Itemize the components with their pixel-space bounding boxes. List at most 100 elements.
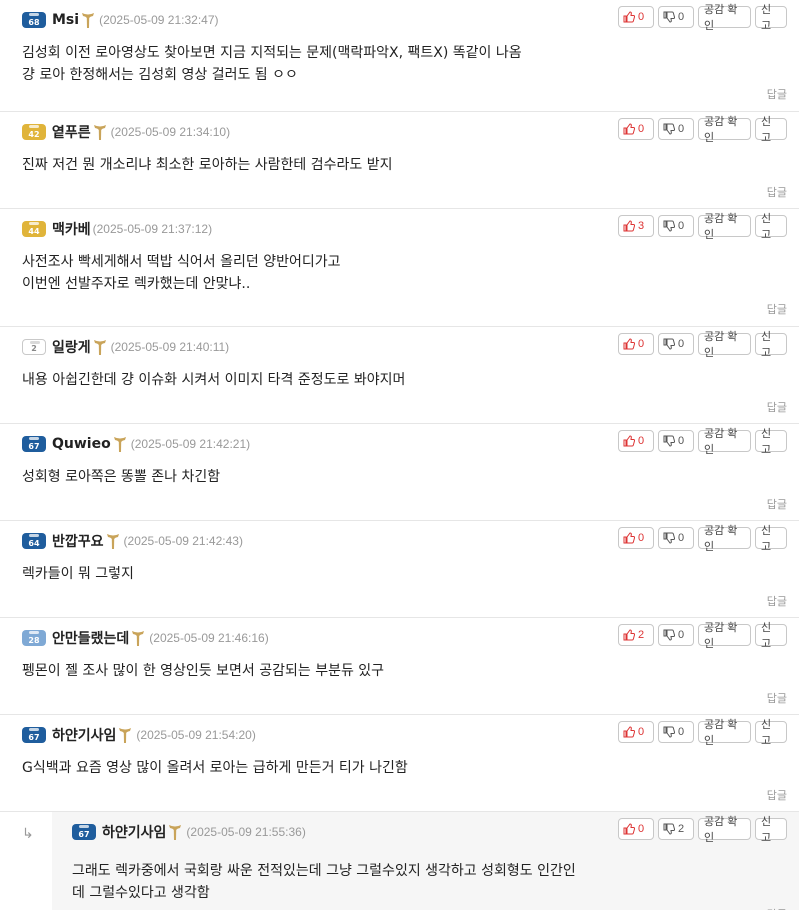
comment-date: (2025-05-09 21:46:16) bbox=[149, 631, 269, 645]
report-button[interactable]: 신고 bbox=[755, 816, 787, 844]
comment-actions: 0 0 공감 확인 신고 bbox=[618, 428, 787, 456]
empathy-check-button[interactable]: 공감 확인 bbox=[698, 525, 751, 553]
reply-link[interactable]: 답글 bbox=[767, 690, 787, 706]
upvote-button[interactable]: 3 bbox=[618, 215, 654, 237]
downvote-count: 0 bbox=[678, 220, 685, 232]
comment-actions: 0 0 공감 확인 신고 bbox=[618, 4, 787, 32]
downvote-button[interactable]: 0 bbox=[658, 527, 694, 549]
comment-header: 67 하얀기사임 (2025-05-09 21:54:20) bbox=[22, 725, 256, 745]
empathy-check-button[interactable]: 공감 확인 bbox=[698, 116, 751, 144]
nickname[interactable]: 맥카베 bbox=[52, 219, 91, 239]
comment-date: (2025-05-09 21:42:43) bbox=[123, 534, 243, 548]
nickname[interactable]: 하얀기사임 bbox=[102, 822, 166, 842]
comment-line: 성회형 로아쪽은 똥뽈 존나 차긴함 bbox=[22, 469, 221, 485]
thumbs-down-icon bbox=[663, 338, 675, 350]
empathy-check-button[interactable]: 공감 확인 bbox=[698, 4, 751, 32]
comment-line: 렉카들이 뭐 그렇지 bbox=[22, 566, 134, 582]
downvote-button[interactable]: 0 bbox=[658, 118, 694, 140]
comment-item: 42 옅푸른 (2025-05-09 21:34:10) 0 0 공감 확인 신고 진짜 저건… bbox=[0, 112, 799, 209]
level-icon: 28 bbox=[22, 630, 46, 646]
comment-header: 67 하얀기사임 (2025-05-09 21:55:36) bbox=[72, 822, 306, 842]
downvote-button[interactable]: 0 bbox=[658, 333, 694, 355]
upvote-button[interactable]: 0 bbox=[618, 118, 654, 140]
thumbs-up-icon bbox=[623, 726, 635, 738]
upvote-button[interactable]: 0 bbox=[618, 430, 654, 452]
thumbs-up-icon bbox=[623, 629, 635, 641]
reply-link[interactable]: 답글 bbox=[767, 593, 787, 609]
thumbs-down-icon bbox=[663, 726, 675, 738]
comment-date: (2025-05-09 21:34:10) bbox=[110, 125, 231, 139]
nickname[interactable]: 일랑게 bbox=[52, 337, 91, 357]
comment-item: 67 Quwieo (2025-05-09 21:42:21) 0 0 공감 확인 신고 성회… bbox=[0, 424, 799, 521]
empathy-check-button[interactable]: 공감 확인 bbox=[698, 622, 751, 650]
upvote-button[interactable]: 0 bbox=[618, 721, 654, 743]
upvote-count: 0 bbox=[638, 11, 645, 23]
comment-line: 펭몬이 젤 조사 많이 한 영상인듯 보면서 공감되는 부분듀 있구 bbox=[22, 663, 385, 679]
upvote-count: 0 bbox=[638, 532, 645, 544]
comment-header: 28 안만들랬는데 (2025-05-09 21:46:16) bbox=[22, 628, 269, 648]
comment-header: 2 일랑게 (2025-05-09 21:40:11) bbox=[22, 337, 229, 357]
nickname[interactable]: 반깝꾸요 bbox=[52, 531, 104, 551]
nickname[interactable]: Quwieo bbox=[52, 436, 111, 452]
comment-date: (2025-05-09 21:54:20) bbox=[136, 728, 256, 742]
comment-item: 28 안만들랬는데 (2025-05-09 21:46:16) 2 0 공감 확인 신고펭몬… bbox=[0, 618, 799, 715]
gold-badge-icon bbox=[93, 340, 106, 355]
upvote-button[interactable]: 0 bbox=[618, 333, 654, 355]
comment-body: G식백과 요즘 영상 많이 올려서 로아는 급하게 만든거 티가 나긴함 bbox=[22, 757, 408, 779]
nickname[interactable]: Msi bbox=[52, 12, 79, 28]
reply-link[interactable]: 답글 bbox=[767, 301, 787, 317]
downvote-button[interactable]: 0 bbox=[658, 215, 694, 237]
upvote-button[interactable]: 0 bbox=[618, 527, 654, 549]
report-button[interactable]: 신고 bbox=[755, 622, 787, 650]
upvote-button[interactable]: 0 bbox=[618, 818, 654, 840]
report-button[interactable]: 신고 bbox=[755, 213, 787, 241]
reply-link[interactable]: 답글 bbox=[767, 184, 787, 200]
comment-actions: 0 0 공감 확인 신고 bbox=[618, 116, 787, 144]
nickname[interactable]: 옅푸른 bbox=[52, 122, 91, 142]
report-button[interactable]: 신고 bbox=[755, 525, 787, 553]
upvote-button[interactable]: 2 bbox=[618, 624, 654, 646]
gold-badge-icon bbox=[169, 825, 182, 840]
report-button[interactable]: 신고 bbox=[755, 4, 787, 32]
empathy-check-button[interactable]: 공감 확인 bbox=[698, 719, 751, 747]
reply-link[interactable]: 답글 bbox=[767, 86, 787, 102]
gold-badge-icon bbox=[93, 125, 106, 140]
comment-date: (2025-05-09 21:32:47) bbox=[99, 13, 219, 27]
empathy-check-button[interactable]: 공감 확인 bbox=[698, 816, 751, 844]
thumbs-down-icon bbox=[663, 629, 675, 641]
thumbs-down-icon bbox=[663, 823, 675, 835]
gold-badge-icon bbox=[132, 631, 145, 646]
upvote-button[interactable]: 0 bbox=[618, 6, 654, 28]
comment-body: 사전조사 빡세게해서 떡밥 식어서 올리던 양반어디가고 이번엔 선발주자로 렉카… bbox=[22, 251, 341, 295]
downvote-button[interactable]: 0 bbox=[658, 721, 694, 743]
empathy-check-button[interactable]: 공감 확인 bbox=[698, 331, 751, 359]
nickname[interactable]: 하얀기사임 bbox=[52, 725, 116, 745]
empathy-check-button[interactable]: 공감 확인 bbox=[698, 213, 751, 241]
comment-body: 성회형 로아쪽은 똥뽈 존나 차긴함 bbox=[22, 466, 220, 488]
downvote-count: 0 bbox=[678, 629, 685, 641]
report-button[interactable]: 신고 bbox=[755, 719, 787, 747]
report-button[interactable]: 신고 bbox=[755, 116, 787, 144]
downvote-button[interactable]: 2 bbox=[658, 818, 694, 840]
comment-body: 그래도 렉카중에서 국회랑 싸운 전적있는데 그냥 그럴수있지 생각하고 성회형… bbox=[72, 860, 576, 904]
comment-line: 데 그럴수있다고 생각함 bbox=[72, 885, 210, 901]
downvote-button[interactable]: 0 bbox=[658, 6, 694, 28]
comment-line: 그래도 렉카중에서 국회랑 싸운 전적있는데 그냥 그럴수있지 생각하고 성회형… bbox=[72, 863, 576, 879]
downvote-count: 0 bbox=[678, 435, 685, 447]
empathy-check-button[interactable]: 공감 확인 bbox=[698, 428, 751, 456]
downvote-button[interactable]: 0 bbox=[658, 624, 694, 646]
downvote-count: 0 bbox=[678, 11, 685, 23]
reply-link[interactable]: 답글 bbox=[767, 787, 787, 803]
report-button[interactable]: 신고 bbox=[755, 428, 787, 456]
downvote-button[interactable]: 0 bbox=[658, 430, 694, 452]
gold-badge-icon bbox=[106, 534, 119, 549]
reply-link[interactable]: 답글 bbox=[767, 496, 787, 512]
reply-arrow-icon: ↳ bbox=[22, 826, 34, 842]
comment-body: 펭몬이 젤 조사 많이 한 영상인듯 보면서 공감되는 부분듀 있구 bbox=[22, 660, 384, 682]
report-button[interactable]: 신고 bbox=[755, 331, 787, 359]
reply-link[interactable]: 답글 bbox=[767, 399, 787, 415]
comment-item: 64 반깝꾸요 (2025-05-09 21:42:43) 0 0 공감 확인 신고 렉카들이… bbox=[0, 521, 799, 618]
nickname[interactable]: 안만들랬는데 bbox=[52, 628, 129, 648]
level-icon: 67 bbox=[22, 727, 46, 743]
reply-link[interactable]: 답글 bbox=[767, 906, 787, 910]
